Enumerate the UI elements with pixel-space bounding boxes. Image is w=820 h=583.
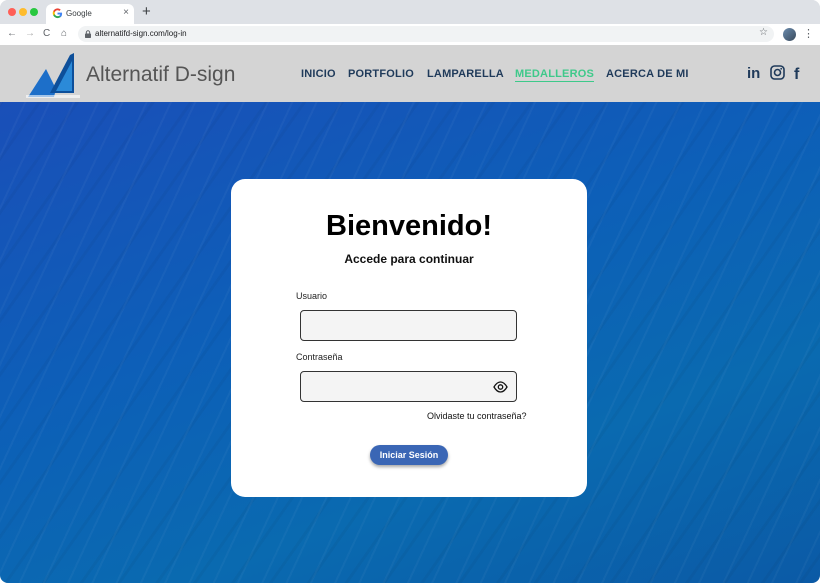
login-submit-button[interactable]: Iniciar Sesión (370, 445, 448, 465)
nav-acerca-de-mi[interactable]: ACERCA DE MI (606, 68, 689, 80)
site-header: Alternatif D-sign INICIO PORTFOLIO LAMPA… (0, 45, 820, 102)
username-label: Usuario (296, 291, 328, 301)
facebook-glyph: f (794, 66, 800, 80)
lock-icon (85, 30, 91, 38)
reload-icon[interactable]: C (43, 28, 50, 40)
home-icon[interactable]: ⌂ (61, 28, 67, 40)
browser-toolbar: ← → C ⌂ alternatifd-sign.com/log-in ☆ ⋮ (0, 24, 820, 45)
address-bar[interactable]: alternatifd-sign.com/log-in ☆ (78, 26, 774, 42)
login-title: Bienvenido! (326, 210, 492, 242)
browser-menu-icon[interactable]: ⋮ (803, 27, 814, 41)
tab-strip: Google × + (0, 0, 820, 24)
browser-window: Google × + ← → C ⌂ alternatifd-sign.com/… (0, 0, 820, 583)
nav-inicio[interactable]: INICIO (301, 68, 336, 80)
linkedin-icon[interactable]: in (747, 65, 762, 80)
new-tab-button[interactable]: + (142, 4, 151, 20)
login-card: Bienvenido! Accede para continuar Usuari… (231, 179, 587, 497)
nav-portfolio[interactable]: PORTFOLIO (348, 68, 414, 80)
bookmark-star-icon[interactable]: ☆ (759, 27, 768, 38)
forgot-password-link[interactable]: Olvidaste tu contraseña? (427, 411, 527, 421)
logo-text[interactable]: Alternatif D-sign (86, 63, 235, 87)
login-subtitle: Accede para continuar (344, 252, 474, 266)
google-favicon-icon (52, 8, 63, 19)
nav-medalleros[interactable]: MEDALLEROS (515, 68, 594, 82)
show-password-eye-icon[interactable] (493, 380, 508, 394)
password-field[interactable] (300, 371, 517, 402)
url-text: alternatifd-sign.com/log-in (95, 29, 187, 38)
forward-icon[interactable]: → (25, 28, 35, 40)
facebook-icon[interactable]: f (792, 65, 807, 80)
browser-tab[interactable]: Google × (46, 4, 134, 24)
password-label: Contraseña (296, 352, 343, 362)
linkedin-glyph: in (747, 65, 760, 80)
close-window-button[interactable] (8, 8, 16, 16)
hero-background: Bienvenido! Accede para continuar Usuari… (0, 102, 820, 583)
profile-avatar[interactable] (783, 28, 796, 41)
page-viewport: Alternatif D-sign INICIO PORTFOLIO LAMPA… (0, 45, 820, 583)
nav-lamparella[interactable]: LAMPARELLA (427, 68, 504, 80)
minimize-window-button[interactable] (19, 8, 27, 16)
logo-icon[interactable] (26, 49, 82, 99)
tab-close-icon[interactable]: × (123, 7, 129, 19)
tab-title: Google (66, 9, 92, 18)
instagram-icon[interactable] (770, 65, 785, 80)
username-field[interactable] (300, 310, 517, 341)
maximize-window-button[interactable] (30, 8, 38, 16)
back-icon[interactable]: ← (7, 28, 17, 40)
